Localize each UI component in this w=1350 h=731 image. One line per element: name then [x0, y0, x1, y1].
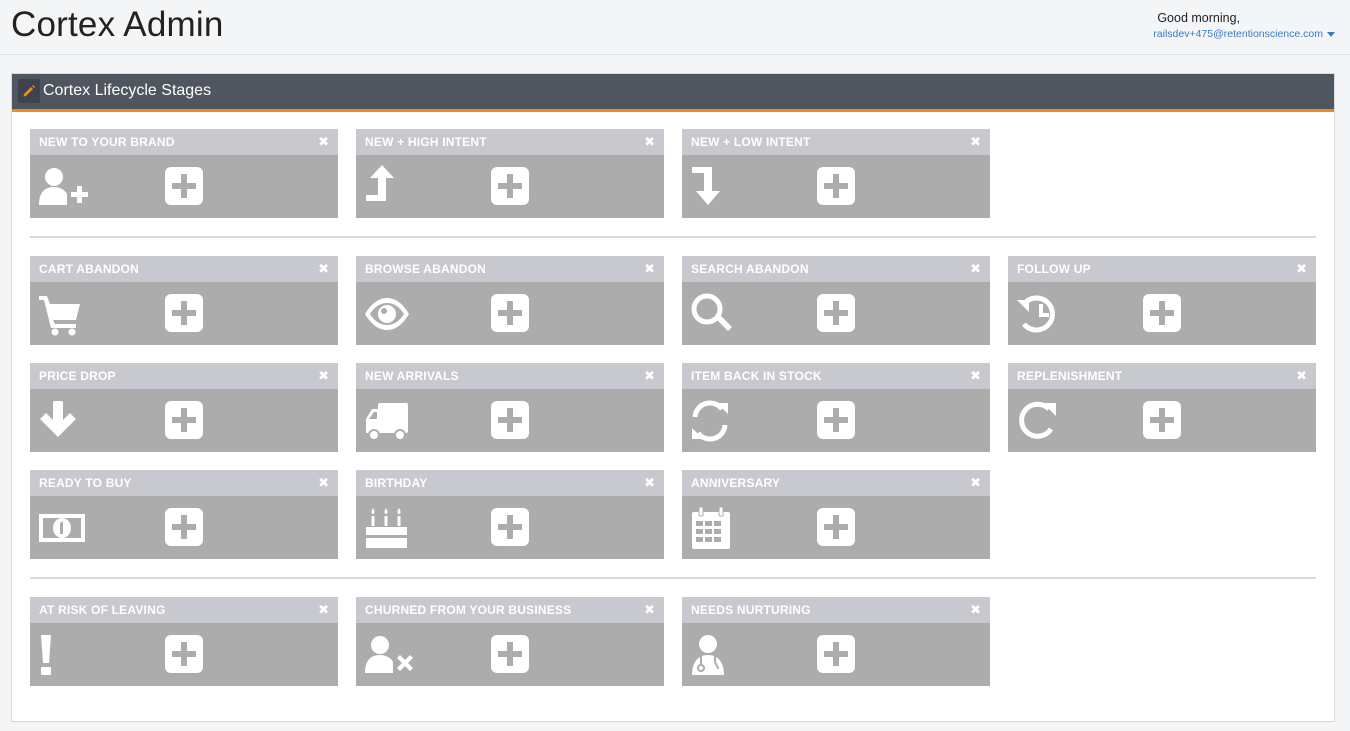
user-menu[interactable]: railsdev+475@retentionscience.com — [1153, 28, 1335, 40]
card-title: CHURNED FROM YOUR BUSINESS — [365, 603, 572, 617]
arrow-down-turn-icon — [692, 167, 720, 205]
close-icon[interactable]: ✖ — [970, 134, 981, 149]
add-button[interactable] — [165, 401, 203, 439]
stage-card-browse-abandon: BROWSE ABANDON ✖ — [356, 256, 664, 345]
add-button[interactable] — [491, 167, 529, 205]
stage-card-follow-up: FOLLOW UP ✖ — [1008, 256, 1316, 345]
card-title: AT RISK OF LEAVING — [39, 603, 166, 617]
stage-card-new-low-intent: NEW + LOW INTENT ✖ — [682, 129, 990, 218]
add-button[interactable] — [817, 508, 855, 546]
exclamation-icon — [41, 635, 51, 675]
refresh-icon — [692, 400, 728, 442]
add-button[interactable] — [491, 401, 529, 439]
card-title: NEW ARRIVALS — [365, 369, 459, 383]
close-icon[interactable]: ✖ — [644, 261, 655, 276]
search-icon — [691, 293, 732, 331]
stage-card-new-high-intent: NEW + HIGH INTENT ✖ — [356, 129, 664, 218]
close-icon[interactable]: ✖ — [1296, 368, 1307, 383]
panel-title: Cortex Lifecycle Stages — [43, 82, 212, 99]
close-icon[interactable]: ✖ — [318, 134, 329, 149]
cart-icon — [39, 296, 80, 336]
add-button[interactable] — [165, 294, 203, 332]
close-icon[interactable]: ✖ — [970, 602, 981, 617]
arrow-up-turn-icon — [366, 165, 394, 201]
add-button[interactable] — [165, 167, 203, 205]
card-title: SEARCH ABANDON — [691, 262, 809, 276]
card-title: FOLLOW UP — [1017, 262, 1091, 276]
history-icon — [1017, 295, 1055, 333]
edit-button[interactable] — [18, 79, 40, 103]
panel-header: Cortex Lifecycle Stages — [12, 74, 1334, 112]
eye-icon — [365, 298, 409, 330]
stage-card-ready-to-buy: READY TO BUY ✖ — [30, 470, 338, 559]
card-title: NEW + HIGH INTENT — [365, 135, 487, 149]
section-divider — [30, 577, 1316, 579]
card-title: ITEM BACK IN STOCK — [691, 369, 822, 383]
calendar-icon — [692, 506, 730, 549]
greeting: Good morning, — [1157, 11, 1240, 25]
stage-card-item-back-in-stock: ITEM BACK IN STOCK ✖ — [682, 363, 990, 452]
stage-card-search-abandon: SEARCH ABANDON ✖ — [682, 256, 990, 345]
close-icon[interactable]: ✖ — [1296, 261, 1307, 276]
card-title: PRICE DROP — [39, 369, 116, 383]
user-md-icon — [692, 635, 724, 675]
add-button[interactable] — [491, 294, 529, 332]
section-divider — [30, 236, 1316, 238]
close-icon[interactable]: ✖ — [970, 475, 981, 490]
stage-card-birthday: BIRTHDAY ✖ — [356, 470, 664, 559]
close-icon[interactable]: ✖ — [318, 475, 329, 490]
add-button[interactable] — [491, 508, 529, 546]
birthday-cake-icon — [366, 508, 407, 548]
user-plus-icon — [39, 168, 88, 205]
close-icon[interactable]: ✖ — [318, 368, 329, 383]
stage-card-new-to-your-brand: NEW TO YOUR BRAND ✖ — [30, 129, 338, 218]
card-title: CART ABANDON — [39, 262, 139, 276]
add-button[interactable] — [1143, 401, 1181, 439]
user-email[interactable]: railsdev+475@retentionscience.com — [1153, 28, 1323, 40]
top-bar: Cortex Admin Good morning, railsdev+475@… — [0, 0, 1350, 55]
stage-card-anniversary: ANNIVERSARY ✖ — [682, 470, 990, 559]
card-title: NEW + LOW INTENT — [691, 135, 811, 149]
close-icon[interactable]: ✖ — [318, 602, 329, 617]
stage-card-new-arrivals: NEW ARRIVALS ✖ — [356, 363, 664, 452]
card-title: NEEDS NURTURING — [691, 603, 811, 617]
card-title: ANNIVERSARY — [691, 476, 781, 490]
stage-card-replenishment: REPLENISHMENT ✖ — [1008, 363, 1316, 452]
card-title: NEW TO YOUR BRAND — [39, 135, 175, 149]
user-times-icon — [365, 636, 413, 673]
add-button[interactable] — [1143, 294, 1181, 332]
card-title: READY TO BUY — [39, 476, 132, 490]
caret-down-icon[interactable] — [1327, 31, 1335, 37]
close-icon[interactable]: ✖ — [970, 368, 981, 383]
stage-card-cart-abandon: CART ABANDON ✖ — [30, 256, 338, 345]
add-button[interactable] — [817, 167, 855, 205]
close-icon[interactable]: ✖ — [644, 134, 655, 149]
close-icon[interactable]: ✖ — [970, 261, 981, 276]
pencil-icon[interactable] — [22, 84, 36, 98]
add-button[interactable] — [817, 401, 855, 439]
close-icon[interactable]: ✖ — [644, 475, 655, 490]
money-icon — [39, 514, 85, 542]
arrow-down-icon — [40, 401, 76, 437]
stage-card-needs-nurturing: NEEDS NURTURING ✖ — [682, 597, 990, 686]
add-button[interactable] — [165, 508, 203, 546]
stage-card-churned-from-your-business: CHURNED FROM YOUR BUSINESS ✖ — [356, 597, 664, 686]
card-title: BIRTHDAY — [365, 476, 428, 490]
redo-icon — [1019, 401, 1056, 439]
close-icon[interactable]: ✖ — [644, 368, 655, 383]
card-title: REPLENISHMENT — [1017, 369, 1123, 383]
stage-card-at-risk-of-leaving: AT RISK OF LEAVING ✖ — [30, 597, 338, 686]
stage-card-price-drop: PRICE DROP ✖ — [30, 363, 338, 452]
truck-icon — [366, 403, 408, 441]
app-title: Cortex Admin — [11, 5, 224, 44]
card-title: BROWSE ABANDON — [365, 262, 487, 276]
add-button[interactable] — [817, 635, 855, 673]
close-icon[interactable]: ✖ — [318, 261, 329, 276]
close-icon[interactable]: ✖ — [644, 602, 655, 617]
add-button[interactable] — [491, 635, 529, 673]
add-button[interactable] — [165, 635, 203, 673]
add-button[interactable] — [817, 294, 855, 332]
